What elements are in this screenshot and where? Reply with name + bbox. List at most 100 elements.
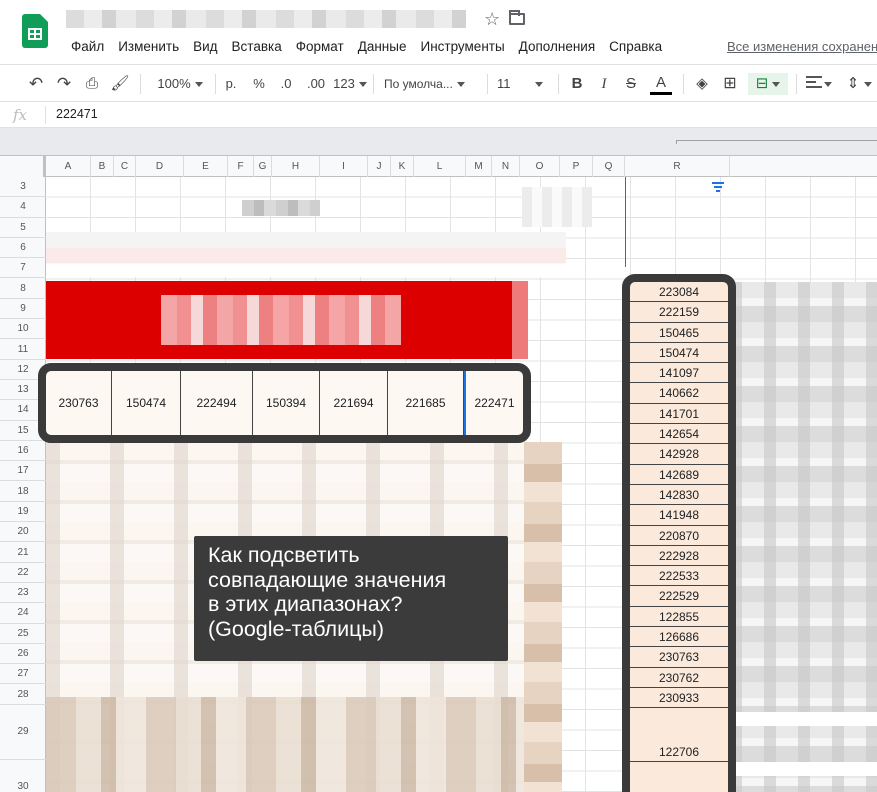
column-r-cell[interactable]: 230933 <box>630 688 728 709</box>
chevron-down-icon[interactable] <box>862 73 874 95</box>
merge-cells-icon[interactable]: ⊟ <box>748 73 788 95</box>
row-header[interactable]: 21 <box>0 542 46 563</box>
column-header[interactable]: D <box>136 156 184 177</box>
range-cell[interactable]: 221694 <box>320 371 388 435</box>
save-status-link[interactable]: Все изменения сохранены <box>727 39 877 54</box>
column-header[interactable]: J <box>368 156 391 177</box>
column-header[interactable]: L <box>414 156 466 177</box>
menu-format[interactable]: Формат <box>289 38 351 58</box>
menu-help[interactable]: Справка <box>602 38 669 58</box>
borders-icon[interactable]: ⊞ <box>720 73 740 95</box>
horizontal-align-icon[interactable] <box>806 73 822 95</box>
select-all-corner[interactable] <box>0 156 46 177</box>
increase-decimals-button[interactable]: .00 <box>302 73 330 95</box>
menu-file[interactable]: Файл <box>64 38 111 58</box>
row-header[interactable]: 11 <box>0 339 46 360</box>
row-header[interactable]: 18 <box>0 482 46 502</box>
text-color-button[interactable]: A <box>650 73 672 95</box>
column-r-cell[interactable]: 141948 <box>630 505 728 526</box>
percent-format-button[interactable]: % <box>250 73 268 95</box>
column-r-cell[interactable]: 150465 <box>630 323 728 343</box>
column-header[interactable]: I <box>320 156 368 177</box>
row-header[interactable]: 7 <box>0 258 46 279</box>
row-header[interactable]: 3 <box>0 177 46 198</box>
italic-button[interactable]: I <box>595 73 613 95</box>
document-title[interactable] <box>66 10 466 28</box>
column-header[interactable]: R <box>625 156 730 177</box>
column-r-cell[interactable]: 142689 <box>630 465 728 485</box>
row-header[interactable]: 22 <box>0 563 46 583</box>
range-cell[interactable]: 221685 <box>388 371 464 435</box>
column-header[interactable]: O <box>520 156 560 177</box>
menu-data[interactable]: Данные <box>351 38 414 58</box>
column-header[interactable]: P <box>560 156 593 177</box>
menu-tools[interactable]: Инструменты <box>413 38 511 58</box>
currency-format-button[interactable]: р. <box>222 73 240 95</box>
column-r-cell[interactable]: 141097 <box>630 363 728 384</box>
zoom-select[interactable]: 100% <box>150 73 210 95</box>
column-header[interactable]: F <box>228 156 254 177</box>
column-r-cell[interactable]: 150474 <box>630 343 728 364</box>
row-header[interactable]: 9 <box>0 299 46 320</box>
column-header[interactable]: E <box>184 156 228 177</box>
range-cell[interactable]: 222494 <box>181 371 253 435</box>
column-r-cell[interactable]: 122855 <box>630 607 728 628</box>
more-formats-select[interactable]: 123 <box>332 73 368 95</box>
range-cell[interactable]: 150394 <box>253 371 320 435</box>
range-cell[interactable]: 230763 <box>46 371 112 435</box>
decrease-decimals-button[interactable]: .0 <box>274 73 298 95</box>
undo-icon[interactable]: ↶ <box>26 73 46 95</box>
row-header[interactable]: 26 <box>0 644 46 665</box>
menu-addons[interactable]: Дополнения <box>512 38 602 58</box>
row-header[interactable]: 24 <box>0 603 46 624</box>
column-r-cell[interactable]: 222529 <box>630 586 728 607</box>
vertical-align-icon[interactable]: ⇕ <box>846 73 860 95</box>
star-icon[interactable]: ☆ <box>484 9 500 30</box>
font-family-select[interactable]: По умолча... <box>384 73 478 95</box>
row-header[interactable]: 19 <box>0 502 46 523</box>
paint-format-icon[interactable]: 🖌 <box>110 73 130 95</box>
column-r-cell[interactable]: 122706 <box>630 708 728 763</box>
menu-edit[interactable]: Изменить <box>111 38 186 58</box>
column-r-cell[interactable]: 141701 <box>630 404 728 425</box>
menu-view[interactable]: Вид <box>186 38 224 58</box>
column-r-cell[interactable]: 122731 <box>630 762 728 792</box>
column-r-cell[interactable]: 142654 <box>630 424 728 445</box>
freeze-handle[interactable] <box>676 140 877 144</box>
column-header[interactable]: C <box>114 156 136 177</box>
row-header[interactable]: 5 <box>0 218 46 238</box>
column-r-cell[interactable]: 222533 <box>630 566 728 587</box>
column-header[interactable]: A <box>46 156 91 177</box>
column-header[interactable]: K <box>391 156 414 177</box>
column-header[interactable]: M <box>466 156 492 177</box>
move-folder-icon[interactable] <box>509 10 525 25</box>
strikethrough-icon[interactable]: S <box>622 73 640 95</box>
bold-button[interactable]: B <box>568 73 586 95</box>
column-r-cell[interactable]: 223084 <box>630 282 728 303</box>
column-r-cell[interactable]: 230762 <box>630 668 728 688</box>
formula-input[interactable]: 222471 <box>56 107 98 121</box>
chevron-down-icon[interactable] <box>823 73 833 95</box>
menu-insert[interactable]: Вставка <box>225 38 289 58</box>
sheets-logo-icon[interactable] <box>22 14 48 48</box>
column-r-cell[interactable]: 220870 <box>630 526 728 546</box>
column-r-cell[interactable]: 222928 <box>630 546 728 567</box>
column-header[interactable]: Q <box>593 156 625 177</box>
column-header[interactable]: N <box>492 156 520 177</box>
column-r-cell[interactable]: 126686 <box>630 627 728 648</box>
column-header[interactable]: G <box>254 156 272 177</box>
row-header[interactable]: 17 <box>0 461 46 482</box>
row-header[interactable]: 4 <box>0 197 46 218</box>
range-cell[interactable]: 150474 <box>112 371 181 435</box>
column-r-cell[interactable]: 222159 <box>630 302 728 323</box>
column-r-cell[interactable]: 142928 <box>630 444 728 465</box>
range-cell-selected[interactable]: 222471 <box>464 371 523 435</box>
row-header[interactable]: 27 <box>0 664 46 685</box>
column-header[interactable]: H <box>272 156 320 177</box>
font-size-select[interactable]: 11 <box>497 73 549 95</box>
row-header[interactable]: 30 <box>0 760 46 792</box>
column-r-cell[interactable]: 230763 <box>630 647 728 668</box>
column-r-cell[interactable]: 140662 <box>630 383 728 404</box>
print-icon[interactable]: ⎙ <box>82 73 102 95</box>
row-header[interactable]: 10 <box>0 319 46 340</box>
